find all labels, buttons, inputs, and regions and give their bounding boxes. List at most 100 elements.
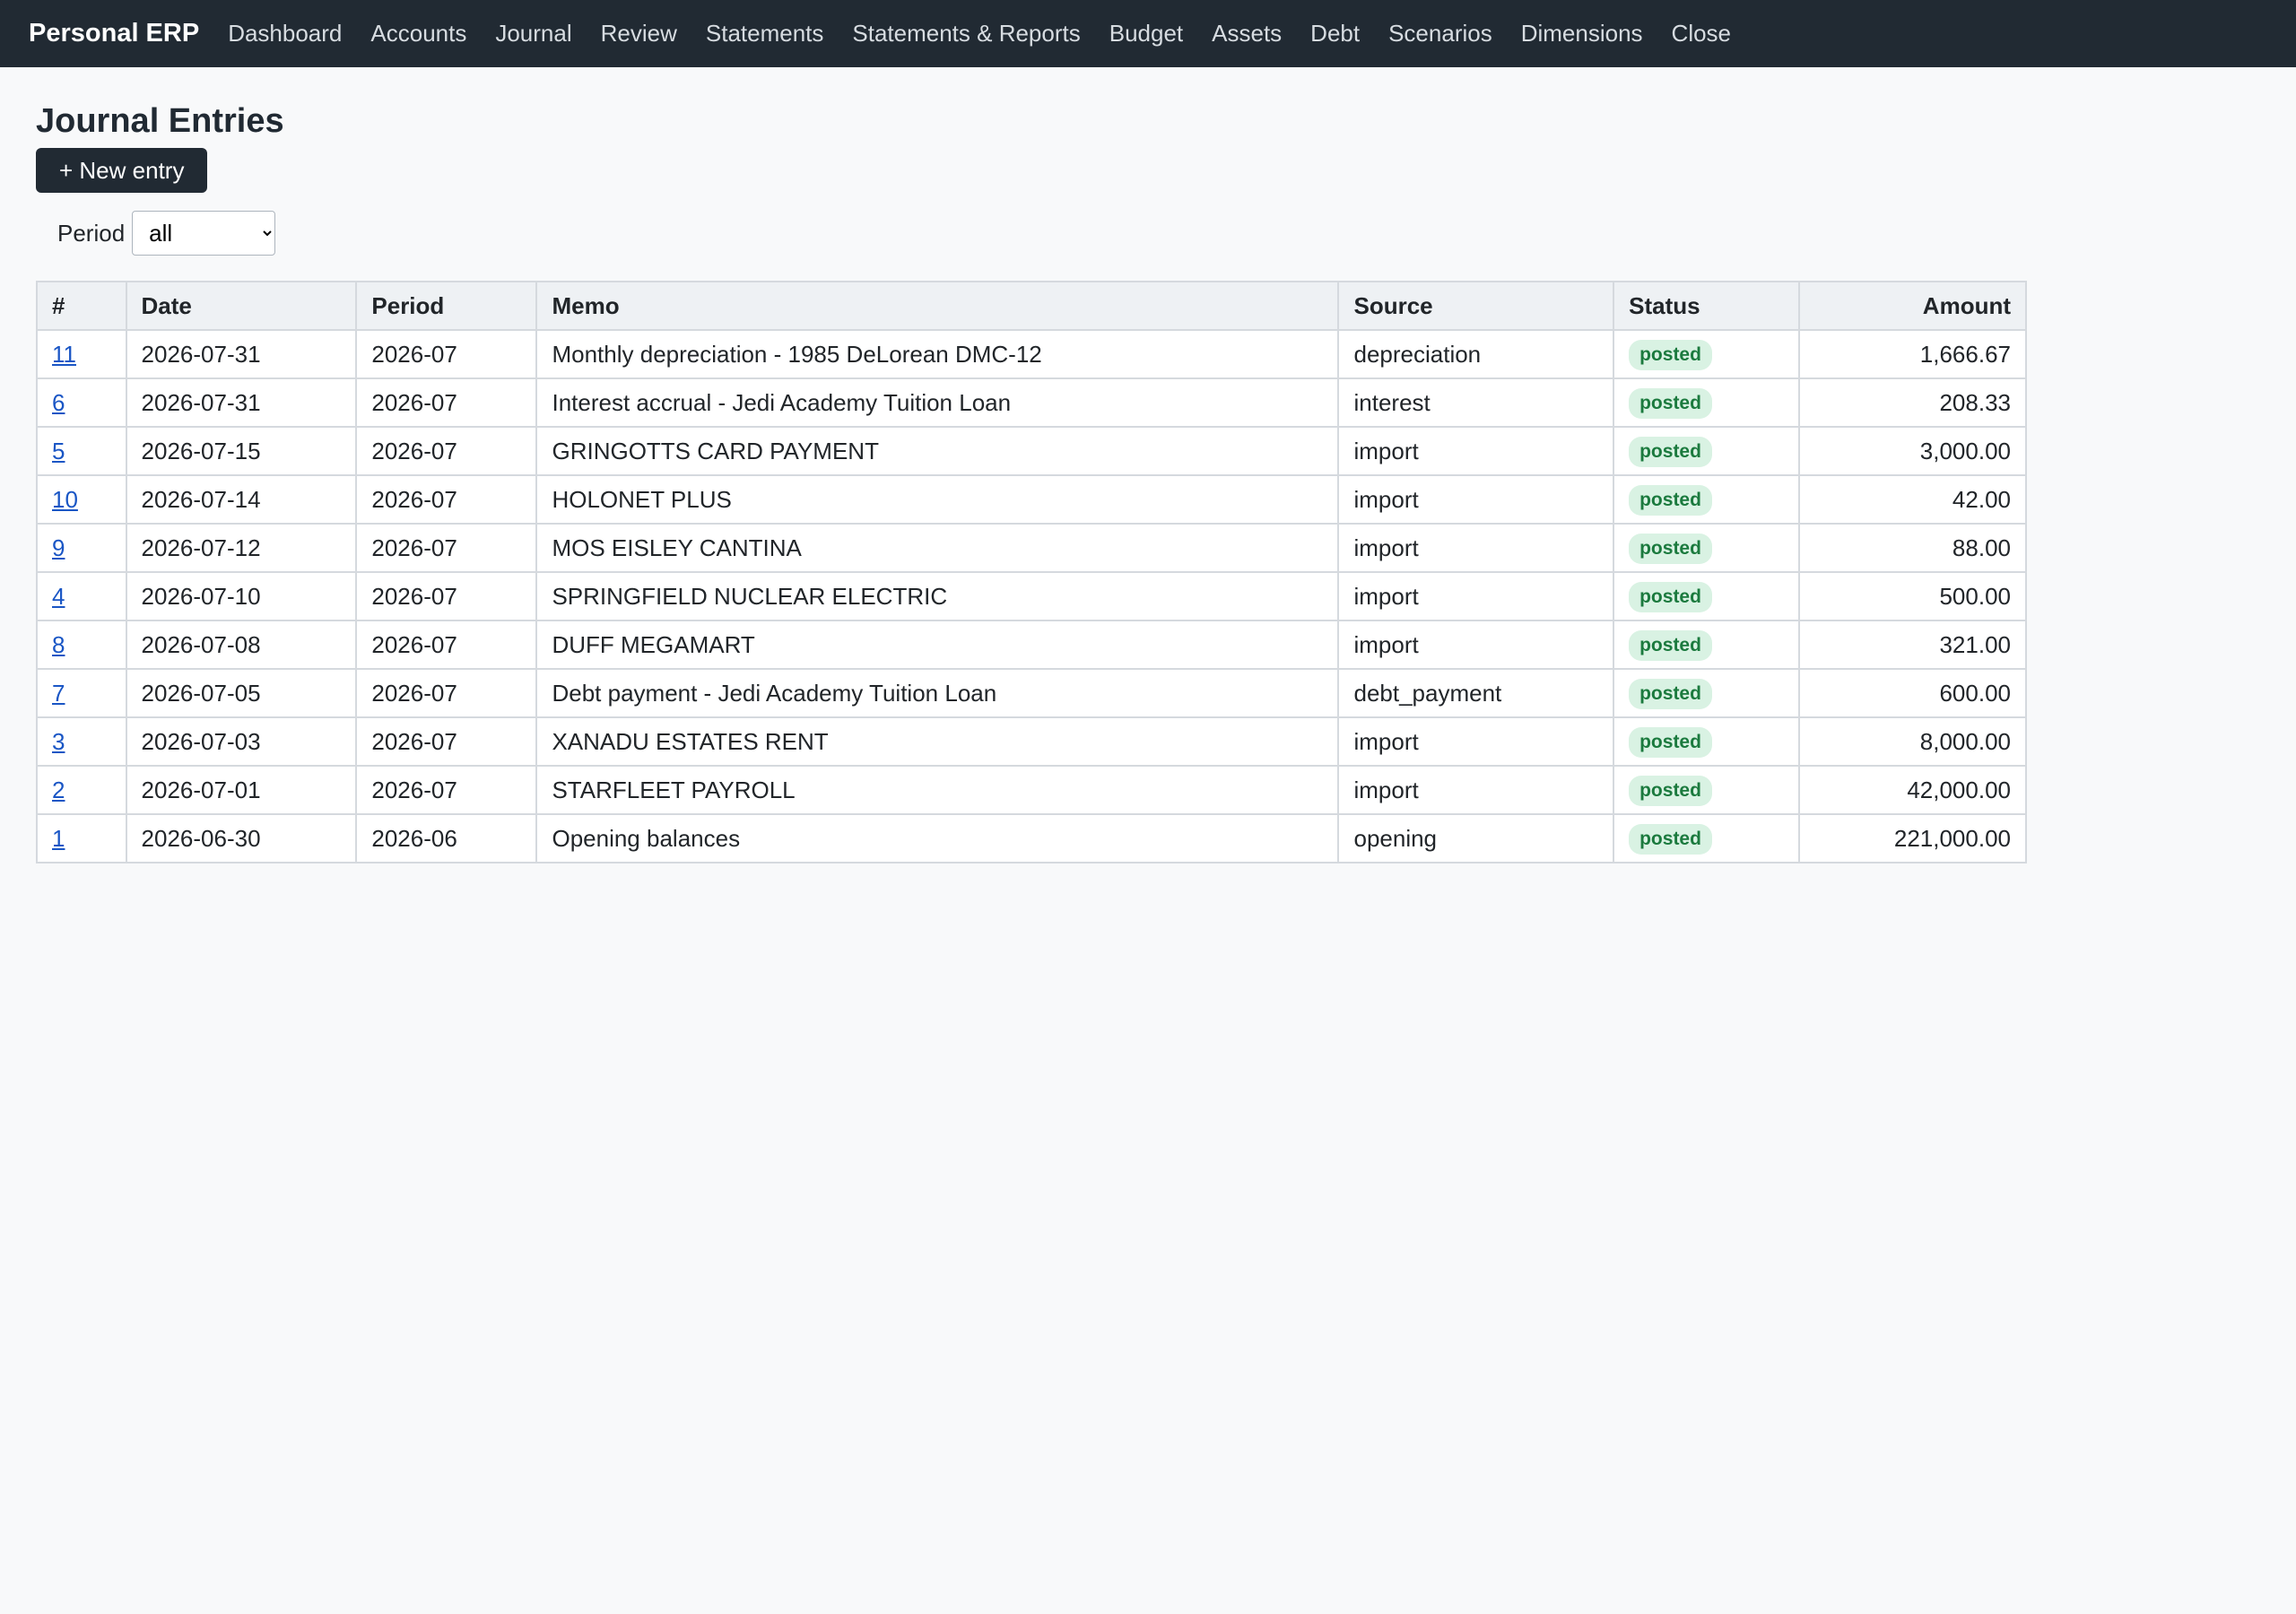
cell-date: 2026-07-01 (125, 765, 358, 815)
table-row: 10 2026-07-14 2026-07 HOLONET PLUS import pos… (36, 474, 2027, 525)
cell-id: 8 (36, 620, 127, 670)
cell-memo: Debt payment - Jedi Academy Tuition Loan (535, 668, 1340, 718)
cell-source: import (1337, 765, 1615, 815)
nav-link-debt[interactable]: Debt (1310, 20, 1360, 48)
cell-status: posted (1613, 523, 1801, 573)
status-badge: posted (1629, 387, 1712, 419)
status-badge: posted (1629, 581, 1712, 612)
nav-link-statements-reports[interactable]: Statements & Reports (852, 20, 1080, 48)
cell-source: import (1337, 474, 1615, 525)
cell-status: posted (1613, 765, 1801, 815)
entry-link[interactable]: 6 (52, 389, 65, 416)
cell-memo: Monthly depreciation - 1985 DeLorean DMC… (535, 329, 1340, 379)
cell-period: 2026-07 (355, 668, 538, 718)
cell-amount: 1,666.67 (1798, 329, 2027, 379)
table-row: 4 2026-07-10 2026-07 SPRINGFIELD NUCLEAR EL… (36, 571, 2027, 621)
entry-link[interactable]: 2 (52, 777, 65, 803)
cell-date: 2026-07-15 (125, 426, 358, 476)
nav-link-accounts[interactable]: Accounts (370, 20, 466, 48)
nav-links: Dashboard Accounts Journal Review Statem… (228, 20, 1760, 48)
entry-link[interactable]: 5 (52, 438, 65, 464)
cell-amount: 500.00 (1798, 571, 2027, 621)
cell-status: posted (1613, 571, 1801, 621)
status-badge: posted (1629, 775, 1712, 806)
cell-source: import (1337, 426, 1615, 476)
table-row: 6 2026-07-31 2026-07 Interest accrual - Jed… (36, 377, 2027, 428)
cell-memo: GRINGOTTS CARD PAYMENT (535, 426, 1340, 476)
nav-link-journal[interactable]: Journal (495, 20, 571, 48)
table-row: 3 2026-07-03 2026-07 XANADU ESTATES RENT imp… (36, 716, 2027, 767)
header-id: # (36, 281, 127, 331)
cell-status: posted (1613, 620, 1801, 670)
nav-link-statements[interactable]: Statements (706, 20, 824, 48)
cell-source: depreciation (1337, 329, 1615, 379)
cell-status: posted (1613, 377, 1801, 428)
table-row: 11 2026-07-31 2026-07 Monthly depreciation … (36, 329, 2027, 379)
entry-link[interactable]: 1 (52, 825, 65, 852)
table-row: 8 2026-07-08 2026-07 DUFF MEGAMART import pos… (36, 620, 2027, 670)
header-status: Status (1613, 281, 1801, 331)
cell-period: 2026-07 (355, 765, 538, 815)
entry-link[interactable]: 8 (52, 631, 65, 658)
cell-date: 2026-07-12 (125, 523, 358, 573)
cell-date: 2026-07-05 (125, 668, 358, 718)
cell-period: 2026-07 (355, 523, 538, 573)
cell-id: 4 (36, 571, 127, 621)
status-badge: posted (1629, 726, 1712, 758)
nav-link-review[interactable]: Review (601, 20, 677, 48)
cell-status: posted (1613, 474, 1801, 525)
nav-link-dimensions[interactable]: Dimensions (1521, 20, 1643, 48)
cell-period: 2026-07 (355, 716, 538, 767)
cell-memo: XANADU ESTATES RENT (535, 716, 1340, 767)
entry-link[interactable]: 7 (52, 680, 65, 707)
status-badge: posted (1629, 533, 1712, 564)
entry-link[interactable]: 10 (52, 486, 78, 513)
status-badge: posted (1629, 678, 1712, 709)
cell-id: 2 (36, 765, 127, 815)
cell-source: interest (1337, 377, 1615, 428)
cell-status: posted (1613, 329, 1801, 379)
main-content: Journal Entries + New entry Period all #… (0, 67, 2296, 863)
cell-memo: DUFF MEGAMART (535, 620, 1340, 670)
cell-amount: 88.00 (1798, 523, 2027, 573)
cell-amount: 42,000.00 (1798, 765, 2027, 815)
journal-table-body: 11 2026-07-31 2026-07 Monthly depreciation … (36, 329, 2027, 863)
cell-period: 2026-07 (355, 620, 538, 670)
cell-status: posted (1613, 813, 1801, 863)
entry-link[interactable]: 4 (52, 583, 65, 610)
status-badge: posted (1629, 484, 1712, 516)
cell-status: posted (1613, 426, 1801, 476)
cell-date: 2026-07-14 (125, 474, 358, 525)
table-row: 7 2026-07-05 2026-07 Debt payment - Jedi Ac… (36, 668, 2027, 718)
cell-date: 2026-07-31 (125, 377, 358, 428)
status-badge: posted (1629, 629, 1712, 661)
journal-table: # Date Period Memo Source Status Amount … (36, 281, 2027, 863)
nav-link-scenarios[interactable]: Scenarios (1388, 20, 1492, 48)
cell-date: 2026-07-08 (125, 620, 358, 670)
nav-link-assets[interactable]: Assets (1212, 20, 1282, 48)
cell-amount: 321.00 (1798, 620, 2027, 670)
cell-amount: 42.00 (1798, 474, 2027, 525)
cell-source: import (1337, 523, 1615, 573)
nav-link-close[interactable]: Close (1672, 20, 1731, 48)
table-row: 1 2026-06-30 2026-06 Opening balances openin… (36, 813, 2027, 863)
cell-memo: SPRINGFIELD NUCLEAR ELECTRIC (535, 571, 1340, 621)
cell-period: 2026-07 (355, 426, 538, 476)
cell-amount: 221,000.00 (1798, 813, 2027, 863)
page-title: Journal Entries (36, 102, 284, 140)
nav-link-dashboard[interactable]: Dashboard (228, 20, 342, 48)
entry-link[interactable]: 9 (52, 534, 65, 561)
entry-link[interactable]: 11 (52, 341, 76, 368)
new-entry-button[interactable]: + New entry (36, 148, 208, 193)
cell-id: 3 (36, 716, 127, 767)
cell-date: 2026-07-31 (125, 329, 358, 379)
brand-logo[interactable]: Personal ERP (29, 19, 199, 48)
cell-id: 7 (36, 668, 127, 718)
entry-link[interactable]: 3 (52, 728, 65, 755)
cell-id: 10 (36, 474, 127, 525)
cell-status: posted (1613, 716, 1801, 767)
cell-period: 2026-07 (355, 474, 538, 525)
period-select[interactable]: all (132, 211, 276, 256)
nav-link-budget[interactable]: Budget (1109, 20, 1183, 48)
cell-date: 2026-07-03 (125, 716, 358, 767)
